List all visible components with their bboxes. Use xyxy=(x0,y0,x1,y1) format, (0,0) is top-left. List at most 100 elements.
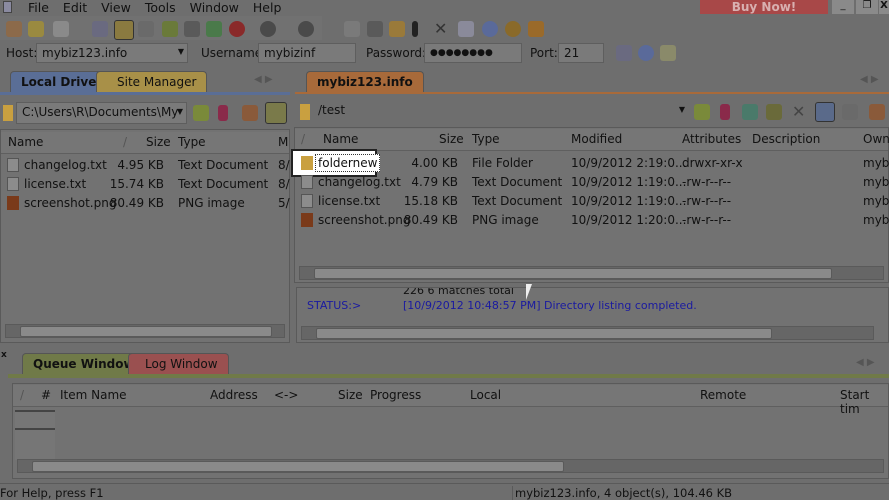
url-icon[interactable] xyxy=(184,21,200,37)
disconnect-icon[interactable] xyxy=(92,21,108,37)
buy-now-button[interactable]: Buy Now! xyxy=(700,0,828,14)
col-size[interactable]: Size xyxy=(338,388,363,402)
chevron-down-icon[interactable]: ▼ xyxy=(177,107,183,116)
up-folder-icon[interactable] xyxy=(694,104,710,120)
quick-connect-icon[interactable] xyxy=(616,45,632,61)
col-remote[interactable]: Remote xyxy=(700,388,746,402)
remote-horizontal-scrollbar[interactable] xyxy=(299,266,884,280)
sort-indicator[interactable]: / xyxy=(301,132,305,146)
menu-view[interactable]: View xyxy=(101,0,131,15)
file-name-rename-input[interactable]: foldernew xyxy=(315,154,381,172)
tab-scroll-arrows[interactable]: ◀ ▶ xyxy=(856,357,875,368)
connect-icon[interactable] xyxy=(6,21,22,37)
chevron-down-icon[interactable]: ▼ xyxy=(178,47,184,56)
scrollbar-thumb[interactable] xyxy=(32,461,564,472)
tab-remote-site[interactable]: mybiz123.info xyxy=(306,71,424,93)
drive-icon[interactable] xyxy=(869,104,885,120)
col-name[interactable]: Name xyxy=(8,135,43,149)
minimize-button[interactable]: _ xyxy=(832,0,854,14)
exclamation-icon[interactable] xyxy=(412,21,418,37)
host-input[interactable]: mybiz123.info ▼ xyxy=(36,43,188,63)
table-row[interactable]: foldernew 4.00 KB File Folder 10/9/2012 2:1… xyxy=(291,149,889,177)
col-direction[interactable]: <-> xyxy=(274,388,298,402)
queue-horizontal-scrollbar[interactable] xyxy=(17,459,884,473)
table-row[interactable]: changelog.txt 4.79 KB Text Document 10/9/20… xyxy=(295,172,889,191)
sync-folder-icon[interactable] xyxy=(265,102,287,124)
local-horizontal-scrollbar[interactable] xyxy=(5,324,285,338)
bookmark-add-icon[interactable] xyxy=(766,104,782,120)
menu-help[interactable]: Help xyxy=(253,0,282,15)
stop-icon[interactable] xyxy=(229,21,245,37)
view-list-icon[interactable] xyxy=(815,102,835,122)
add-site-icon[interactable] xyxy=(660,45,676,61)
drive-icon[interactable] xyxy=(242,105,258,121)
col-number[interactable]: # xyxy=(41,388,51,402)
chevron-down-icon[interactable]: ▼ xyxy=(679,105,685,114)
reconnect-icon[interactable] xyxy=(842,104,858,120)
col-size[interactable]: Size xyxy=(439,132,464,146)
up-folder-icon[interactable] xyxy=(193,105,209,121)
menu-edit[interactable]: Edit xyxy=(63,0,87,15)
col-name[interactable]: Name xyxy=(323,132,358,146)
col-size[interactable]: Size xyxy=(146,135,171,149)
refresh-icon[interactable] xyxy=(742,104,758,120)
username-input[interactable]: mybizinf xyxy=(258,43,356,63)
col-modified[interactable]: Modified xyxy=(571,132,622,146)
refresh-icon[interactable] xyxy=(206,21,222,37)
col-item-name[interactable]: Item Name xyxy=(60,388,127,402)
scrollbar-thumb[interactable] xyxy=(20,326,272,337)
col-progress[interactable]: Progress xyxy=(370,388,421,402)
tab-scroll-arrows[interactable]: ◀ ▶ xyxy=(254,74,273,85)
download-icon[interactable] xyxy=(260,21,276,37)
bookmark-icon[interactable] xyxy=(162,21,178,37)
tab-site-manager[interactable]: Site Manager xyxy=(96,71,208,93)
col-type[interactable]: Type xyxy=(178,135,206,149)
local-path-input[interactable]: C:\Users\R\Documents\My ▼ xyxy=(16,102,187,124)
pointer-icon[interactable] xyxy=(114,20,134,40)
menu-file[interactable]: File xyxy=(28,0,49,15)
settings-icon[interactable] xyxy=(482,21,498,37)
table-row[interactable]: screenshot.png 80.49 KB PNG image 10/9/2012… xyxy=(295,210,889,229)
port-input[interactable]: 21 xyxy=(558,43,604,63)
log-horizontal-scrollbar[interactable] xyxy=(301,326,874,340)
new-icon[interactable] xyxy=(53,21,69,37)
col-owner[interactable]: Owner xyxy=(863,132,889,146)
scrollbar-thumb[interactable] xyxy=(314,268,832,279)
col-type[interactable]: Type xyxy=(472,132,500,146)
scrollbar-thumb[interactable] xyxy=(316,328,772,339)
reconnect-icon[interactable] xyxy=(138,21,154,37)
wizard-icon[interactable] xyxy=(28,21,44,37)
sort-indicator[interactable]: / xyxy=(20,388,24,402)
connect-settings-icon[interactable] xyxy=(638,45,654,61)
new-folder-icon[interactable] xyxy=(389,21,405,37)
edit-icon[interactable] xyxy=(344,21,360,37)
table-row[interactable]: changelog.txt 4.95 KB Text Document 8/ xyxy=(1,155,290,174)
delete-icon[interactable]: ✕ xyxy=(792,104,808,120)
col-local[interactable]: Local xyxy=(470,388,501,402)
remote-path-input[interactable]: /test ▼ xyxy=(313,101,688,123)
table-row[interactable]: license.txt 15.74 KB Text Document 8/ xyxy=(1,174,290,193)
col-attributes[interactable]: Attributes xyxy=(682,132,741,146)
sort-indicator[interactable]: / xyxy=(123,135,127,149)
menu-tools[interactable]: Tools xyxy=(145,0,176,15)
col-address[interactable]: Address xyxy=(210,388,258,402)
maximize-button[interactable]: ❐ xyxy=(856,0,878,14)
close-panel-icon[interactable]: x xyxy=(1,350,7,360)
upload-icon[interactable] xyxy=(298,21,314,37)
tab-scroll-arrows[interactable]: ◀ ▶ xyxy=(860,74,879,85)
tab-log-window[interactable]: Log Window xyxy=(128,353,229,375)
shield-icon[interactable] xyxy=(528,21,544,37)
col-start-time[interactable]: Start tim xyxy=(840,388,888,416)
properties-icon[interactable] xyxy=(458,21,474,37)
bookmark-icon[interactable] xyxy=(720,104,730,120)
col-description[interactable]: Description xyxy=(752,132,820,146)
password-input[interactable]: ●●●●●●●● xyxy=(424,43,522,63)
headset-icon[interactable] xyxy=(505,21,521,37)
table-row[interactable]: license.txt 15.18 KB Text Document 10/9/201… xyxy=(295,191,889,210)
col-modified[interactable]: M xyxy=(278,135,288,149)
menu-window[interactable]: Window xyxy=(190,0,239,15)
close-button[interactable]: X xyxy=(879,0,889,14)
delete-icon[interactable]: ✕ xyxy=(434,21,450,37)
rename-icon[interactable] xyxy=(367,21,383,37)
bookmark-icon[interactable] xyxy=(218,105,228,121)
